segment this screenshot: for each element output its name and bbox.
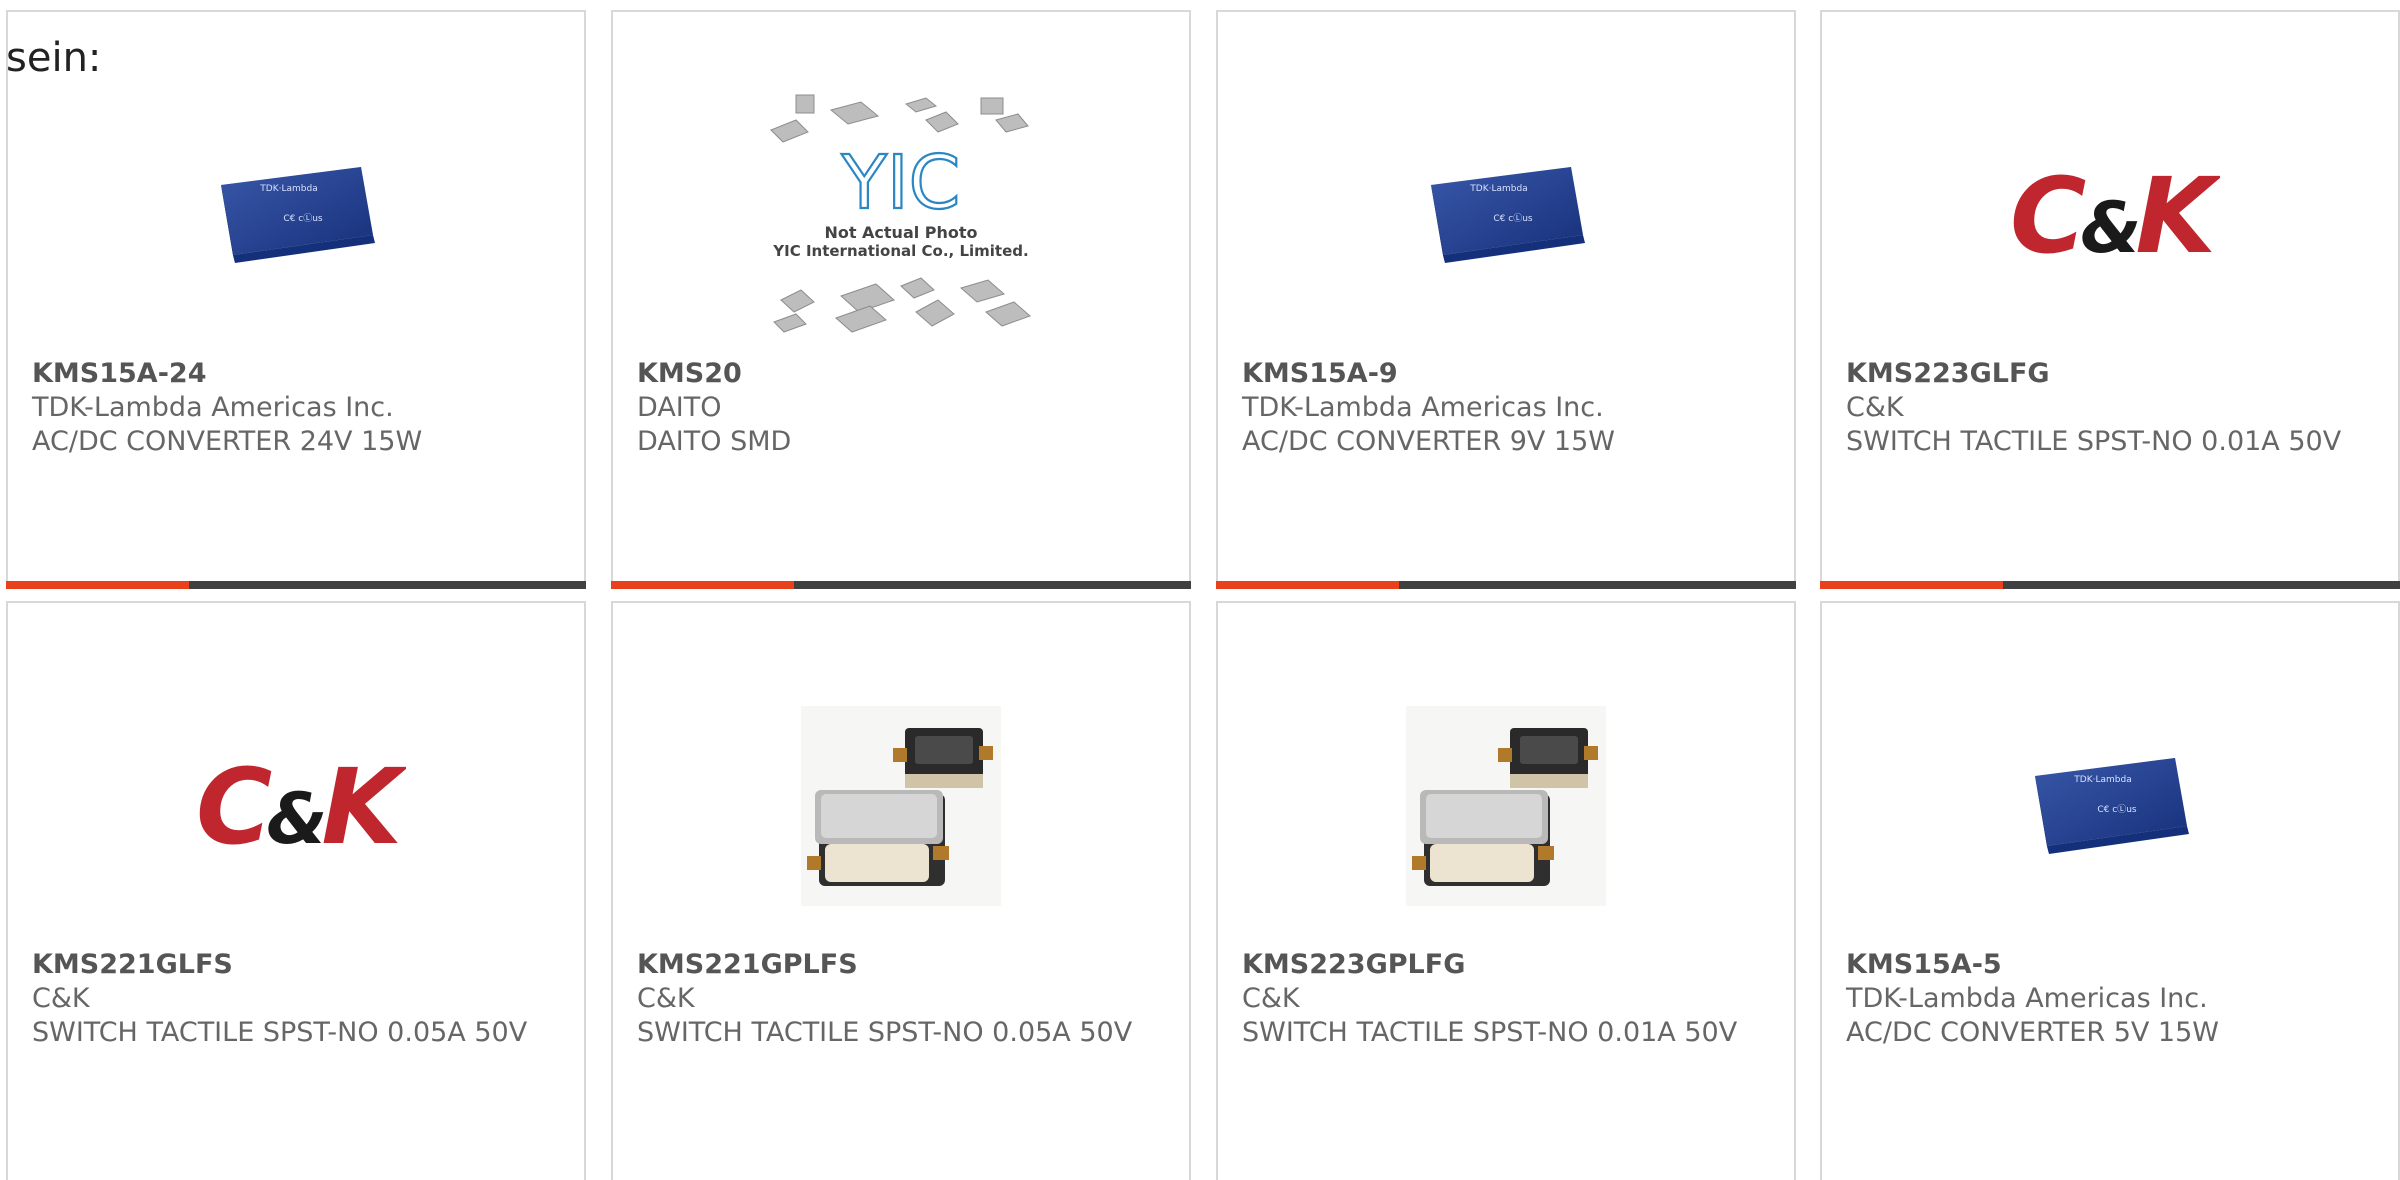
intro-text: sein: xyxy=(6,35,102,81)
card-bottom-bar xyxy=(1820,581,2400,589)
part-number[interactable]: KMS221GLFS xyxy=(32,948,552,982)
product-description: SWITCH TACTILE SPST-NO 0.05A 50V xyxy=(32,1017,528,1048)
product-info: KMS221GPLFS C&K SWITCH TACTILE SPST-NO 0.0… xyxy=(637,948,1157,1050)
svg-text:TDK·Lambda: TDK·Lambda xyxy=(1469,184,1527,194)
svg-text:YIC: YIC xyxy=(841,140,961,226)
part-number[interactable]: KMS15A-9 xyxy=(1242,357,1762,391)
product-info: KMS15A-5 TDK-Lambda Americas Inc. AC/DC CO… xyxy=(1846,948,2366,1050)
product-info: KMS223GLFG C&K SWITCH TACTILE SPST-NO 0.01… xyxy=(1846,357,2366,459)
svg-text:C&K: C&K xyxy=(2010,160,2220,270)
svg-text:C€ cⓁus: C€ cⓁus xyxy=(1493,213,1533,224)
part-number[interactable]: KMS15A-24 xyxy=(32,357,552,391)
card-accent-bar xyxy=(1216,581,1399,589)
product-info: KMS221GLFS C&K SWITCH TACTILE SPST-NO 0.05… xyxy=(32,948,552,1050)
product-image-area[interactable]: TDK·Lambda C€ cⓁus xyxy=(1218,72,1794,357)
product-card[interactable]: KMS223GPLFG C&K SWITCH TACTILE SPST-NO 0.0… xyxy=(1216,601,1796,1180)
product-image: TDK·Lambda C€ cⓁus xyxy=(2035,757,2189,854)
manufacturer-name: TDK-Lambda Americas Inc. xyxy=(32,392,394,423)
product-card[interactable]: C&K KMS223GLFG C&K SWITCH TACTILE SPST-NO … xyxy=(1820,10,2400,589)
product-image-area[interactable] xyxy=(613,663,1189,948)
product-description: SWITCH TACTILE SPST-NO 0.01A 50V xyxy=(1242,1017,1738,1048)
svg-text:TDK·Lambda: TDK·Lambda xyxy=(2073,775,2131,785)
product-description: SWITCH TACTILE SPST-NO 0.05A 50V xyxy=(637,1017,1133,1048)
product-card[interactable]: YIC Not Actual Photo YIC International C… xyxy=(611,10,1191,589)
part-number[interactable]: KMS20 xyxy=(637,357,1157,391)
manufacturer-name: C&K xyxy=(637,983,695,1014)
manufacturer-name: TDK-Lambda Americas Inc. xyxy=(1846,983,2208,1014)
product-image xyxy=(801,705,1001,906)
product-card[interactable]: TDK·Lambda C€ cⓁus KMS15A-24 TDK-Lambda A… xyxy=(6,10,586,589)
svg-text:C€ cⓁus: C€ cⓁus xyxy=(2097,804,2137,815)
manufacturer-name: DAITO xyxy=(637,392,722,423)
product-card[interactable]: KMS221GPLFS C&K SWITCH TACTILE SPST-NO 0.0… xyxy=(611,601,1191,1180)
svg-text:C€ cⓁus: C€ cⓁus xyxy=(283,213,323,224)
product-description: AC/DC CONVERTER 9V 15W xyxy=(1242,426,1615,457)
product-description: SWITCH TACTILE SPST-NO 0.01A 50V xyxy=(1846,426,2342,457)
product-image: TDK·Lambda C€ cⓁus xyxy=(1431,166,1585,263)
product-image: TDK·Lambda C€ cⓁus xyxy=(221,166,375,263)
product-info: KMS223GPLFG C&K SWITCH TACTILE SPST-NO 0.0… xyxy=(1242,948,1762,1050)
manufacturer-name: C&K xyxy=(1846,392,1904,423)
part-number[interactable]: KMS223GPLFG xyxy=(1242,948,1762,982)
card-accent-bar xyxy=(611,581,794,589)
svg-text:Not Actual Photo: Not Actual Photo xyxy=(824,223,977,242)
not-actual-photo-placeholder: YIC Not Actual Photo YIC International C… xyxy=(770,94,1031,333)
product-description: AC/DC CONVERTER 5V 15W xyxy=(1846,1017,2219,1048)
product-image-area[interactable]: TDK·Lambda C€ cⓁus xyxy=(8,72,584,357)
card-accent-bar xyxy=(6,581,189,589)
product-image-area[interactable]: TDK·Lambda C€ cⓁus xyxy=(1822,663,2398,948)
ck-logo-icon: C&K xyxy=(196,751,406,861)
product-card[interactable]: TDK·Lambda C€ cⓁus KMS15A-5 TDK-Lambda Am… xyxy=(1820,601,2400,1180)
svg-text:YIC International Co., Limited: YIC International Co., Limited. xyxy=(772,242,1028,260)
part-number[interactable]: KMS221GPLFS xyxy=(637,948,1157,982)
card-bottom-bar xyxy=(6,581,586,589)
product-description: AC/DC CONVERTER 24V 15W xyxy=(32,426,423,457)
product-card[interactable]: C&K KMS221GLFS C&K SWITCH TACTILE SPST-NO … xyxy=(6,601,586,1180)
manufacturer-name: TDK-Lambda Americas Inc. xyxy=(1242,392,1604,423)
ck-logo-icon: C&K xyxy=(2010,160,2220,270)
card-bottom-bar xyxy=(611,581,1191,589)
product-image-area[interactable]: C&K xyxy=(1822,72,2398,357)
part-number[interactable]: KMS15A-5 xyxy=(1846,948,2366,982)
card-bottom-bar xyxy=(1216,581,1796,589)
product-image-area[interactable] xyxy=(1218,663,1794,948)
part-number[interactable]: KMS223GLFG xyxy=(1846,357,2366,391)
product-info: KMS15A-24 TDK-Lambda Americas Inc. AC/DC C… xyxy=(32,357,552,459)
manufacturer-name: C&K xyxy=(1242,983,1300,1014)
svg-text:TDK·Lambda: TDK·Lambda xyxy=(259,184,317,194)
card-accent-bar xyxy=(1820,581,2003,589)
product-info: KMS20 DAITO DAITO SMD xyxy=(637,357,1157,459)
product-image-area[interactable]: YIC Not Actual Photo YIC International C… xyxy=(613,72,1189,357)
product-image xyxy=(1406,705,1606,906)
manufacturer-name: C&K xyxy=(32,983,90,1014)
svg-text:C&K: C&K xyxy=(196,751,406,861)
product-info: KMS15A-9 TDK-Lambda Americas Inc. AC/DC CO… xyxy=(1242,357,1762,459)
product-card[interactable]: TDK·Lambda C€ cⓁus KMS15A-9 TDK-Lambda Am… xyxy=(1216,10,1796,589)
product-image-area[interactable]: C&K xyxy=(8,663,584,948)
product-description: DAITO SMD xyxy=(637,426,792,457)
